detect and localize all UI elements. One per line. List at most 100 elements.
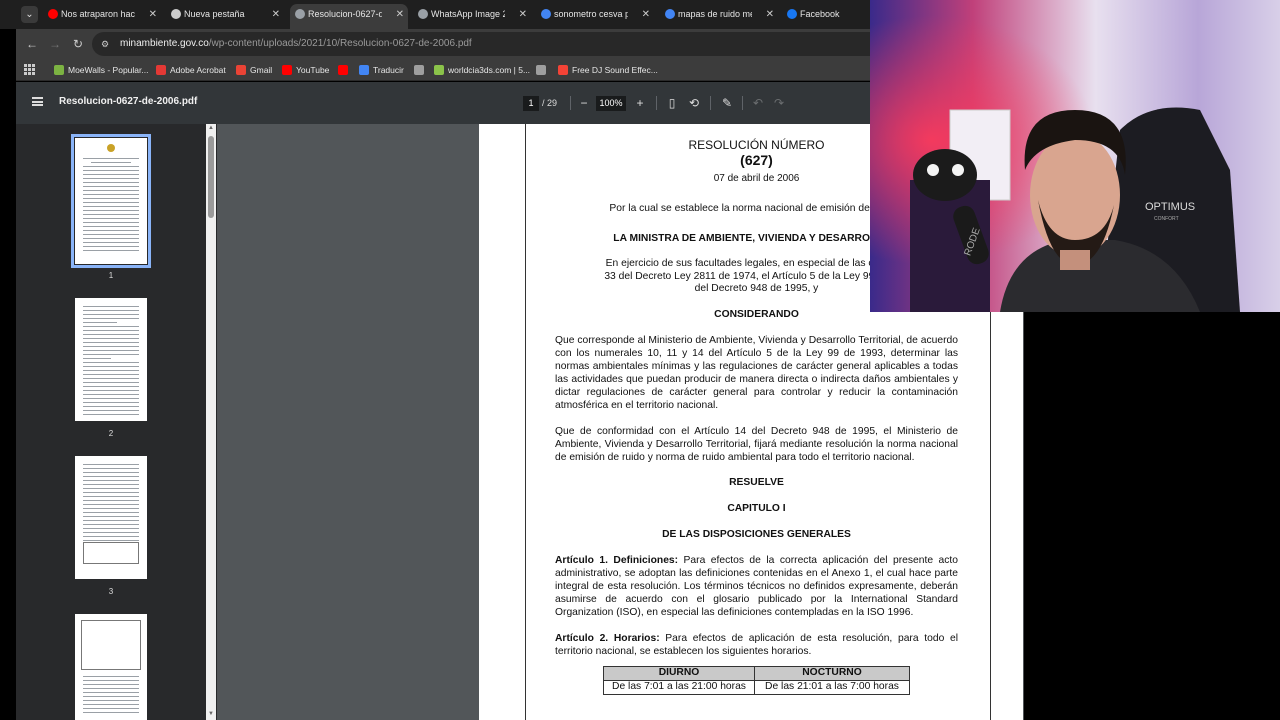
bookmark-item[interactable] xyxy=(536,62,550,78)
site-info-icon[interactable]: ⚙ xyxy=(101,38,113,50)
toolbar-divider xyxy=(742,96,743,110)
table-header-night: NOCTURNO xyxy=(754,666,910,682)
annotate-pen-icon[interactable]: ✎ xyxy=(719,95,735,111)
tab-close-icon[interactable]: ✕ xyxy=(149,4,157,25)
browser-tab[interactable]: Facebook xyxy=(782,4,868,29)
article-label: Artículo 2. Horarios: xyxy=(555,632,660,644)
reload-icon[interactable]: ↻ xyxy=(70,36,86,52)
tab-close-icon[interactable]: ✕ xyxy=(766,4,774,25)
tab-favicon-icon xyxy=(171,9,181,19)
tab-title: mapas de ruido med xyxy=(678,9,752,19)
tab-favicon-icon xyxy=(295,9,305,19)
sidebar-scrollbar[interactable]: ▲ ▼ xyxy=(206,124,216,720)
scroll-up-icon[interactable]: ▲ xyxy=(208,125,214,131)
address-path: /wp-content/uploads/2021/10/Resolucion-0… xyxy=(208,38,472,49)
back-icon[interactable]: ← xyxy=(24,36,40,52)
redo-icon[interactable]: ↷ xyxy=(771,95,787,111)
browser-tab[interactable]: sonometro cesva pre ✕ xyxy=(536,4,654,29)
bookmark-favicon-icon xyxy=(282,65,292,75)
toolbar-divider xyxy=(710,96,711,110)
menu-icon[interactable] xyxy=(32,97,43,106)
address-bar[interactable]: ⚙ minambiente.gov.co/wp-content/uploads/… xyxy=(92,32,870,56)
tab-close-icon[interactable]: ✕ xyxy=(642,4,650,25)
bookmark-item[interactable]: Free DJ Sound Effec... xyxy=(558,62,658,78)
tab-title: sonometro cesva pre xyxy=(554,9,628,19)
apps-grid-icon[interactable] xyxy=(24,64,35,75)
page-thumbnail-3[interactable] xyxy=(75,456,147,579)
zoom-input[interactable]: 100% xyxy=(596,96,626,111)
tab-favicon-icon xyxy=(48,9,58,19)
tab-search-icon[interactable]: ⌄ xyxy=(21,6,38,23)
browser-tab[interactable]: Resolucion-0627-de- ✕ xyxy=(290,4,408,29)
tab-title: Nos atraparon hacien xyxy=(61,9,135,19)
bookmark-favicon-icon xyxy=(156,65,166,75)
tab-favicon-icon xyxy=(665,9,675,19)
scrollbar-thumb[interactable] xyxy=(208,136,214,218)
browser-toolbar: ← → ↻ ⚙ minambiente.gov.co/wp-content/up… xyxy=(16,29,870,59)
table-cell-night: De las 21:01 a las 7:00 horas xyxy=(754,680,910,696)
tab-title: Nueva pestaña xyxy=(184,9,245,19)
webcam-overlay: RODE OPTIMUS CONFORT xyxy=(870,0,1280,312)
forward-icon[interactable]: → xyxy=(47,36,63,52)
zoom-in-icon[interactable]: + xyxy=(632,95,648,111)
tab-title: Resolucion-0627-de- xyxy=(308,9,382,19)
browser-tab[interactable]: mapas de ruido med ✕ xyxy=(660,4,778,29)
bookmark-item[interactable]: MoeWalls - Popular... xyxy=(54,62,148,78)
bookmark-favicon-icon xyxy=(434,65,444,75)
doc-capitulo: CAPITULO I xyxy=(727,503,786,515)
bookmark-item[interactable]: Traducir xyxy=(359,62,404,78)
bookmark-item[interactable]: Adobe Acrobat xyxy=(156,62,226,78)
bookmark-item[interactable] xyxy=(414,62,428,78)
thumbnail-sidebar: 1 2 3 ▲ ▼ xyxy=(16,124,217,720)
table-cell-day: De las 7:01 a las 21:00 horas xyxy=(603,680,755,696)
tab-close-icon[interactable]: ✕ xyxy=(272,4,280,25)
fit-page-icon[interactable]: ▯ xyxy=(664,95,680,111)
doc-resuelve: RESUELVE xyxy=(729,477,784,489)
article-label: Artículo 1. Definiciones: xyxy=(555,555,679,567)
chair-sub-text: CONFORT xyxy=(1154,216,1179,222)
toolbar-divider xyxy=(570,96,571,110)
bookmark-label: Traducir xyxy=(373,65,404,75)
bookmark-item[interactable]: YouTube xyxy=(282,62,329,78)
tab-title: WhatsApp Image 202 xyxy=(431,9,505,19)
bookmark-favicon-icon xyxy=(54,65,64,75)
browser-tab[interactable]: Nueva pestaña ✕ xyxy=(166,4,284,29)
tab-favicon-icon xyxy=(787,9,797,19)
page-thumbnail-4[interactable] xyxy=(75,614,147,720)
black-region xyxy=(1024,312,1280,720)
pdf-toolbar: Resolucion-0627-de-2006.pdf 1 / 29 − 100… xyxy=(16,82,870,124)
bookmark-item[interactable] xyxy=(338,62,352,78)
browser-tab[interactable]: WhatsApp Image 202 ✕ xyxy=(413,4,531,29)
pdf-file-title: Resolucion-0627-de-2006.pdf xyxy=(59,96,198,107)
tab-favicon-icon xyxy=(541,9,551,19)
bookmark-favicon-icon xyxy=(414,65,424,75)
bookmark-favicon-icon xyxy=(558,65,568,75)
chair-brand-text: OPTIMUS xyxy=(1145,201,1195,213)
page-thumbnail-label: 2 xyxy=(108,429,114,438)
page-thumbnail-2[interactable] xyxy=(75,298,147,421)
table-header-day: DIURNO xyxy=(603,666,755,682)
bookmark-favicon-icon xyxy=(536,65,546,75)
webcam-video: RODE OPTIMUS CONFORT xyxy=(870,0,1280,312)
tab-close-icon[interactable]: ✕ xyxy=(396,4,404,25)
tab-close-icon[interactable]: ✕ xyxy=(519,4,527,25)
bookmark-item[interactable]: Gmail xyxy=(236,62,272,78)
page-thumbnail-label: 3 xyxy=(108,587,114,596)
toolbar-divider xyxy=(656,96,657,110)
zoom-out-icon[interactable]: − xyxy=(576,95,592,111)
bookmark-favicon-icon xyxy=(236,65,246,75)
bookmark-label: YouTube xyxy=(296,65,330,75)
doc-article-2: Artículo 2. Horarios: Para efectos de ap… xyxy=(555,633,958,659)
page-thumbnail-1[interactable] xyxy=(71,134,151,268)
tab-favicon-icon xyxy=(418,9,428,19)
bookmark-label: Adobe Acrobat xyxy=(170,65,226,75)
doc-disposiciones: DE LAS DISPOSICIONES GENERALES xyxy=(662,529,851,541)
undo-icon[interactable]: ↶ xyxy=(750,95,766,111)
bookmark-label: Gmail xyxy=(250,65,273,75)
scroll-down-icon[interactable]: ▼ xyxy=(208,711,214,717)
rotate-icon[interactable]: ⟲ xyxy=(686,95,702,111)
bookmark-item[interactable]: worldcia3ds.com | 5... xyxy=(434,62,530,78)
browser-tab[interactable]: Nos atraparon hacien ✕ xyxy=(43,4,161,29)
page-total: / 29 xyxy=(542,98,558,108)
page-number-input[interactable]: 1 xyxy=(523,96,539,111)
